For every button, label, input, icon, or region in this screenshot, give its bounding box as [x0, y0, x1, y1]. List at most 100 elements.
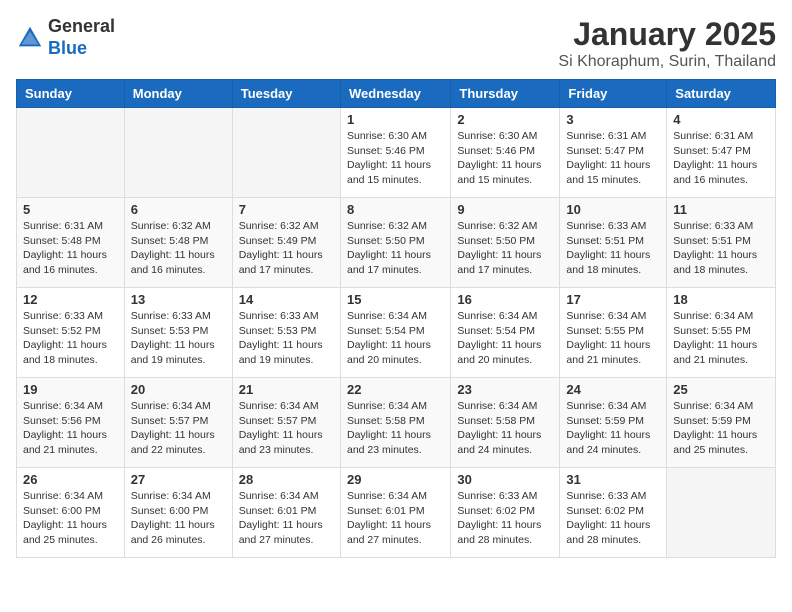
calendar-cell: 29 Sunrise: 6:34 AM Sunset: 6:01 PM Dayli…	[340, 468, 450, 558]
day-number: 4	[673, 112, 769, 127]
day-number: 11	[673, 202, 769, 217]
day-number: 19	[23, 382, 118, 397]
day-info: Sunrise: 6:34 AM Sunset: 5:58 PM Dayligh…	[457, 399, 553, 458]
day-info: Sunrise: 6:33 AM Sunset: 6:02 PM Dayligh…	[457, 489, 553, 548]
day-number: 13	[131, 292, 226, 307]
day-info: Sunrise: 6:33 AM Sunset: 6:02 PM Dayligh…	[566, 489, 660, 548]
header-cell-thursday: Thursday	[451, 80, 560, 108]
day-number: 14	[239, 292, 334, 307]
day-info: Sunrise: 6:31 AM Sunset: 5:47 PM Dayligh…	[566, 129, 660, 188]
calendar-cell: 26 Sunrise: 6:34 AM Sunset: 6:00 PM Dayli…	[17, 468, 125, 558]
calendar-cell: 8 Sunrise: 6:32 AM Sunset: 5:50 PM Daylig…	[340, 198, 450, 288]
day-number: 20	[131, 382, 226, 397]
day-info: Sunrise: 6:34 AM Sunset: 5:57 PM Dayligh…	[131, 399, 226, 458]
day-number: 6	[131, 202, 226, 217]
day-info: Sunrise: 6:34 AM Sunset: 5:54 PM Dayligh…	[347, 309, 444, 368]
calendar-cell: 25 Sunrise: 6:34 AM Sunset: 5:59 PM Dayli…	[667, 378, 776, 468]
day-info: Sunrise: 6:34 AM Sunset: 5:59 PM Dayligh…	[673, 399, 769, 458]
day-info: Sunrise: 6:34 AM Sunset: 6:01 PM Dayligh…	[347, 489, 444, 548]
logo-blue-text: Blue	[48, 38, 87, 58]
calendar-week-4: 19 Sunrise: 6:34 AM Sunset: 5:56 PM Dayli…	[17, 378, 776, 468]
day-info: Sunrise: 6:34 AM Sunset: 5:58 PM Dayligh…	[347, 399, 444, 458]
calendar-cell	[17, 108, 125, 198]
calendar-week-5: 26 Sunrise: 6:34 AM Sunset: 6:00 PM Dayli…	[17, 468, 776, 558]
header-cell-tuesday: Tuesday	[232, 80, 340, 108]
day-number: 17	[566, 292, 660, 307]
day-number: 22	[347, 382, 444, 397]
day-number: 7	[239, 202, 334, 217]
calendar-cell: 22 Sunrise: 6:34 AM Sunset: 5:58 PM Dayli…	[340, 378, 450, 468]
day-number: 30	[457, 472, 553, 487]
day-number: 29	[347, 472, 444, 487]
calendar-cell	[124, 108, 232, 198]
header-cell-monday: Monday	[124, 80, 232, 108]
day-info: Sunrise: 6:34 AM Sunset: 5:55 PM Dayligh…	[566, 309, 660, 368]
day-info: Sunrise: 6:33 AM Sunset: 5:53 PM Dayligh…	[239, 309, 334, 368]
calendar-cell: 6 Sunrise: 6:32 AM Sunset: 5:48 PM Daylig…	[124, 198, 232, 288]
calendar-cell: 20 Sunrise: 6:34 AM Sunset: 5:57 PM Dayli…	[124, 378, 232, 468]
day-number: 18	[673, 292, 769, 307]
day-number: 21	[239, 382, 334, 397]
header-cell-sunday: Sunday	[17, 80, 125, 108]
day-info: Sunrise: 6:31 AM Sunset: 5:47 PM Dayligh…	[673, 129, 769, 188]
day-info: Sunrise: 6:33 AM Sunset: 5:51 PM Dayligh…	[673, 219, 769, 278]
day-number: 12	[23, 292, 118, 307]
day-number: 1	[347, 112, 444, 127]
day-number: 3	[566, 112, 660, 127]
calendar-cell: 10 Sunrise: 6:33 AM Sunset: 5:51 PM Dayli…	[560, 198, 667, 288]
calendar-cell: 24Sunrise: 6:34 AM Sunset: 5:59 PM Dayli…	[560, 378, 667, 468]
logo-icon	[16, 24, 44, 52]
day-info: Sunrise: 6:33 AM Sunset: 5:51 PM Dayligh…	[566, 219, 660, 278]
day-info: Sunrise: 6:34 AM Sunset: 5:57 PM Dayligh…	[239, 399, 334, 458]
day-number: 9	[457, 202, 553, 217]
day-info: Sunrise: 6:34 AM Sunset: 5:56 PM Dayligh…	[23, 399, 118, 458]
day-number: 31	[566, 472, 660, 487]
calendar-cell: 31 Sunrise: 6:33 AM Sunset: 6:02 PM Dayli…	[560, 468, 667, 558]
calendar-cell	[667, 468, 776, 558]
day-number: 15	[347, 292, 444, 307]
day-number: 28	[239, 472, 334, 487]
day-info: Sunrise: 6:30 AM Sunset: 5:46 PM Dayligh…	[457, 129, 553, 188]
day-info: Sunrise: 6:32 AM Sunset: 5:50 PM Dayligh…	[347, 219, 444, 278]
header-cell-saturday: Saturday	[667, 80, 776, 108]
day-number: 27	[131, 472, 226, 487]
calendar-cell: 4 Sunrise: 6:31 AM Sunset: 5:47 PM Daylig…	[667, 108, 776, 198]
day-number: 25	[673, 382, 769, 397]
day-info: Sunrise: 6:34 AM Sunset: 6:01 PM Dayligh…	[239, 489, 334, 548]
logo-general-text: General	[48, 16, 115, 36]
day-number: 26	[23, 472, 118, 487]
day-number: 23	[457, 382, 553, 397]
day-number: 2	[457, 112, 553, 127]
calendar-cell: 7 Sunrise: 6:32 AM Sunset: 5:49 PM Daylig…	[232, 198, 340, 288]
day-number: 8	[347, 202, 444, 217]
calendar-cell: 13Sunrise: 6:33 AM Sunset: 5:53 PM Dayli…	[124, 288, 232, 378]
calendar-cell: 3 Sunrise: 6:31 AM Sunset: 5:47 PM Daylig…	[560, 108, 667, 198]
calendar-cell: 19 Sunrise: 6:34 AM Sunset: 5:56 PM Dayli…	[17, 378, 125, 468]
day-info: Sunrise: 6:34 AM Sunset: 6:00 PM Dayligh…	[131, 489, 226, 548]
calendar-cell	[232, 108, 340, 198]
day-info: Sunrise: 6:32 AM Sunset: 5:49 PM Dayligh…	[239, 219, 334, 278]
day-info: Sunrise: 6:30 AM Sunset: 5:46 PM Dayligh…	[347, 129, 444, 188]
calendar-header: SundayMondayTuesdayWednesdayThursdayFrid…	[17, 80, 776, 108]
logo: General Blue	[16, 16, 115, 59]
calendar-cell: 1 Sunrise: 6:30 AM Sunset: 5:46 PM Daylig…	[340, 108, 450, 198]
day-info: Sunrise: 6:32 AM Sunset: 5:48 PM Dayligh…	[131, 219, 226, 278]
calendar-cell: 14 Sunrise: 6:33 AM Sunset: 5:53 PM Dayli…	[232, 288, 340, 378]
header-cell-friday: Friday	[560, 80, 667, 108]
day-info: Sunrise: 6:32 AM Sunset: 5:50 PM Dayligh…	[457, 219, 553, 278]
calendar-cell: 17 Sunrise: 6:34 AM Sunset: 5:55 PM Dayli…	[560, 288, 667, 378]
calendar-title: January 2025	[558, 16, 776, 53]
day-number: 10	[566, 202, 660, 217]
calendar-cell: 11 Sunrise: 6:33 AM Sunset: 5:51 PM Dayli…	[667, 198, 776, 288]
calendar-cell: 21 Sunrise: 6:34 AM Sunset: 5:57 PM Dayli…	[232, 378, 340, 468]
calendar-cell: 15 Sunrise: 6:34 AM Sunset: 5:54 PM Dayli…	[340, 288, 450, 378]
day-info: Sunrise: 6:34 AM Sunset: 6:00 PM Dayligh…	[23, 489, 118, 548]
calendar-table: SundayMondayTuesdayWednesdayThursdayFrid…	[16, 79, 776, 558]
header-cell-wednesday: Wednesday	[340, 80, 450, 108]
day-info: Sunrise: 6:34 AM Sunset: 5:54 PM Dayligh…	[457, 309, 553, 368]
page-header: General Blue January 2025 Si Khoraphum, …	[16, 16, 776, 71]
day-number: 16	[457, 292, 553, 307]
calendar-week-3: 12Sunrise: 6:33 AM Sunset: 5:52 PM Dayli…	[17, 288, 776, 378]
calendar-week-1: 1 Sunrise: 6:30 AM Sunset: 5:46 PM Daylig…	[17, 108, 776, 198]
calendar-cell: 12Sunrise: 6:33 AM Sunset: 5:52 PM Dayli…	[17, 288, 125, 378]
